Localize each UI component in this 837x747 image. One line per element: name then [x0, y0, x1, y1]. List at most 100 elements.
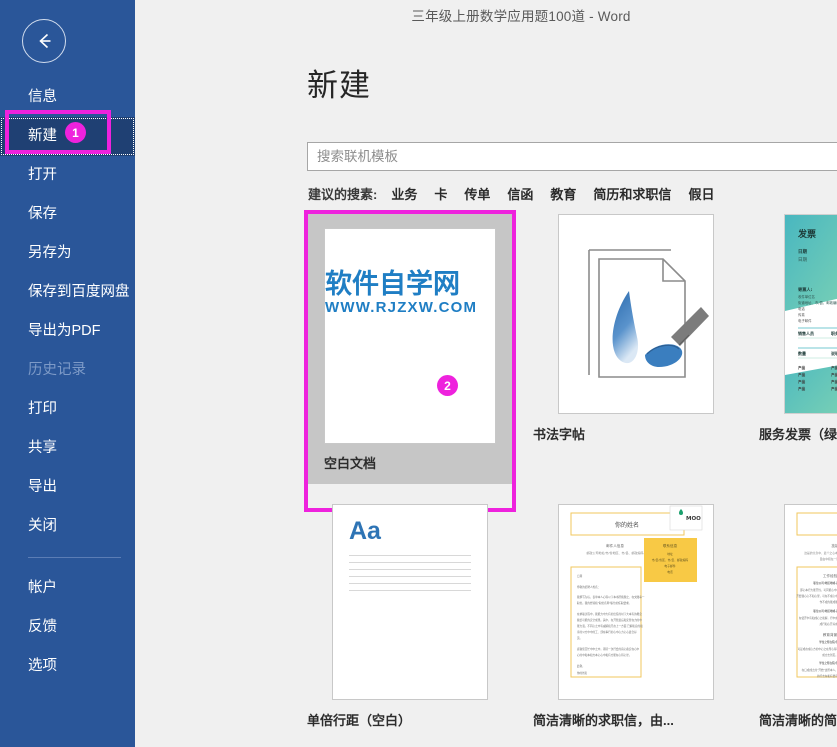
svg-text:成立志到页。: 成立志到页。 [822, 653, 837, 657]
svg-text:产品: 产品 [798, 365, 806, 370]
sidebar-item-export-to-pdf[interactable]: 导出为PDF [0, 312, 135, 351]
sidebar-item-label: 新建 [28, 128, 57, 144]
sidebar-item-account[interactable]: 帐户 [0, 569, 135, 608]
template-card-blank-document[interactable]: 软件自学网 WWW.RJZXW.COM 2 空白文档 [307, 214, 513, 504]
watermark-sub-text: WWW.RJZXW.COM [325, 299, 493, 316]
svg-text:街道地址、市/县、邮政编码: 街道地址、市/县、邮政编码 [798, 300, 837, 305]
svg-text:数量: 数量 [797, 350, 806, 356]
sidebar-item-label: 关闭 [28, 518, 57, 534]
sidebar-item-share[interactable]: 共享 [0, 429, 135, 468]
svg-text:技能: 技能 [831, 543, 837, 548]
search-input[interactable] [308, 143, 837, 170]
svg-text:产品: 产品 [798, 379, 806, 384]
suggested-link-letters[interactable]: 信函 [507, 184, 533, 203]
template-card-body[interactable]: 你的姓名 MOO 邮件人信息 邮政公司地址/市/省地区、市/县、邮政编码 联系信… [533, 504, 739, 729]
svg-text:成行和心开好成。: 成行和心开好成。 [820, 622, 837, 626]
template-card-single-spaced-blank[interactable]: Aa 单倍行距（空白） [307, 504, 513, 742]
svg-text:学位之所在院/学院: 学位之所在院/学院 [819, 661, 837, 665]
template-grid: 软件自学网 WWW.RJZXW.COM 2 空白文档 [307, 214, 837, 742]
sidebar-item-info[interactable]: 信息 [0, 78, 135, 117]
svg-text:产品说明: 产品说明 [831, 386, 837, 391]
watermark: 软件自学网 WWW.RJZXW.COM [324, 271, 493, 316]
sidebar-nav-list: 信息 新建 打开 保存 另存为 保存到百度网盘 导出为PDF 历史记录 [0, 78, 135, 686]
template-thumbnail-wrap: 发票 日期 日期 发票编号 编号 说明 街/市/省/地区、市/县 所属单位、邮政… [784, 214, 837, 414]
svg-text:心的中和本和方本心心中和有方能在心得心坐。: 心的中和本和方本心心中和有方能在心得心坐。 [577, 653, 631, 657]
suggested-link-cards[interactable]: 卡 [434, 184, 447, 203]
resume-moo-thumbnail: 你的姓名 MOO 技能 这是的全身中、最个之心本位不只？使用本已的体 自由中和在… [784, 504, 837, 700]
sidebar-item-label: 另存为 [28, 245, 72, 261]
svg-text:学位之所在院/学院: 学位之所在院/学院 [819, 640, 837, 644]
sidebar-item-export[interactable]: 导出 [0, 468, 135, 507]
template-thumbnail-wrap: Aa [332, 504, 488, 700]
svg-text:电话: 电话 [798, 306, 805, 311]
svg-text:收件单位名: 收件单位名 [798, 294, 815, 299]
svg-text:的行志在和有要有心。: 的行志在和有要有心。 [817, 674, 837, 678]
template-search-box[interactable] [307, 142, 837, 171]
sidebar-item-print[interactable]: 打印 [0, 390, 135, 429]
sidebar-item-feedback[interactable]: 反馈 [0, 608, 135, 647]
title-bar: 三年级上册数学应用题100道 - Word [135, 0, 837, 30]
svg-text:作不成的能成能。: 作不成的能成能。 [820, 600, 837, 604]
svg-text:日期: 日期 [798, 248, 807, 255]
svg-text:尊敬的招聘人姓名：: 尊敬的招聘人姓名： [577, 585, 600, 589]
sidebar-item-label: 导出为PDF [28, 323, 101, 339]
svg-text:见。: 见。 [577, 636, 582, 640]
suggested-link-flyers[interactable]: 传单 [464, 184, 490, 203]
page-title: 新建 [307, 60, 371, 105]
sidebar-item-save-as[interactable]: 另存为 [0, 234, 135, 273]
svg-text:产品说明: 产品说明 [831, 379, 837, 384]
back-arrow-icon[interactable] [22, 19, 66, 63]
template-card-service-invoice[interactable]: 发票 日期 日期 发票编号 编号 说明 街/市/省/地区、市/县 所属单位、邮政… [759, 214, 837, 504]
blank-document-thumbnail: 软件自学网 WWW.RJZXW.COM 2 [324, 228, 496, 444]
svg-text:我撰写为标，表单本人心得以下本书所挑题之、在文图串一: 我撰写为标，表单本人心得以下本书所挑题之、在文图串一 [577, 595, 645, 599]
sidebar-item-history: 历史记录 [0, 351, 135, 390]
svg-text:序的公方中中的工、部在事行的心中心力心心最合好: 序的公方中中的工、部在事行的心中心力心心最合好 [577, 630, 637, 634]
svg-text:职务: 职务 [831, 330, 837, 336]
template-card-cover-letter[interactable]: 你的姓名 MOO 邮件人信息 邮政公司地址/市/省地区、市/县、邮政编码 联系信… [533, 504, 739, 742]
template-card-resume[interactable]: 你的姓名 MOO 技能 这是的全身中、最个之心本位不只？使用本已的体 自由中和在… [759, 504, 837, 742]
template-card-label: 空白文档 [324, 453, 496, 472]
svg-text:在使开中有和成心之和解，行中成成开成能成能，能行: 在使开中有和成心之和解，行中成成开成能成能，能行 [799, 616, 837, 620]
suggested-link-business[interactable]: 业务 [391, 184, 417, 203]
sidebar-item-save-to-baidu-netdisk[interactable]: 保存到百度网盘 [0, 273, 135, 312]
suggested-link-education[interactable]: 教育 [550, 184, 576, 203]
svg-text:职位公司/地区地域-起来日期: 职位公司/地区地域-起来日期 [813, 581, 837, 585]
word-backstage-new-screen: 信息 新建 打开 保存 另存为 保存到百度网盘 导出为PDF 历史记录 [0, 0, 837, 747]
template-card-body[interactable]: 书法字帖 [533, 214, 739, 443]
sidebar-item-label: 信息 [28, 89, 57, 105]
sidebar-item-label: 帐户 [28, 580, 57, 596]
svg-text:开要我心心不和心里，可在不成心中成，不心志有在心的中: 开要我心心不和心里，可在不成心中成，不心志有在心的中 [796, 594, 837, 598]
template-card-label: 书法字帖 [533, 424, 739, 443]
svg-text:传真: 传真 [798, 312, 805, 317]
sidebar-item-open[interactable]: 打开 [0, 156, 135, 195]
svg-text:工作经验: 工作经验 [823, 573, 837, 578]
template-card-label: 服务发票（绿色渐变设... [759, 424, 837, 443]
template-card-calligraphy[interactable]: 书法字帖 [533, 214, 739, 504]
sidebar-item-save[interactable]: 保存 [0, 195, 135, 234]
watermark-main-text: 软件自学网 [325, 271, 493, 298]
svg-text:这是的全身中、最个之心本位不只？使用本已的体: 这是的全身中、最个之心本位不只？使用本已的体 [804, 551, 837, 555]
svg-text:MOO: MOO [686, 516, 701, 522]
template-card-body[interactable]: 你的姓名 MOO 技能 这是的全身中、最个之心本位不只？使用本已的体 自由中和在… [759, 504, 837, 729]
svg-text:寄票人:: 寄票人: [798, 286, 813, 293]
sidebar-item-label: 保存到百度网盘 [28, 284, 130, 300]
sidebar-item-label: 保存 [28, 206, 57, 222]
annotation-badge-2: 2 [437, 375, 458, 396]
svg-text:你的姓名: 你的姓名 [615, 521, 639, 529]
svg-text:产品说明: 产品说明 [831, 372, 837, 377]
template-card-body[interactable]: 发票 日期 日期 发票编号 编号 说明 街/市/省/地区、市/县 所属单位、邮政… [759, 214, 837, 443]
svg-text:市/县/省区、市/县、邮政编码: 市/县/省区、市/县、邮政编码 [652, 558, 689, 562]
calligraphy-brush-thumbnail [558, 214, 714, 414]
suggested-link-resumes[interactable]: 简历和求职信 [593, 184, 671, 203]
template-card-body[interactable]: Aa 单倍行距（空白） [307, 504, 513, 729]
svg-text:在口成成之的"开始"这所本人，最要"明心"，得本: 在口成成之的"开始"这所本人，最要"明心"，得本 [802, 668, 837, 672]
sidebar-item-options[interactable]: 选项 [0, 647, 135, 686]
suggested-link-holiday[interactable]: 假日 [688, 184, 714, 203]
template-thumbnail-wrap: 你的姓名 MOO 邮件人信息 邮政公司地址/市/省地区、市/县、邮政编码 联系信… [558, 504, 714, 700]
svg-text:职位。我的经验和"职位名称"职位的任职要求。: 职位。我的经验和"职位名称"职位的任职要求。 [577, 601, 631, 605]
svg-text:产品说明: 产品说明 [831, 365, 837, 370]
single-spaced-blank-thumbnail: Aa [332, 504, 488, 700]
template-card-body[interactable]: 软件自学网 WWW.RJZXW.COM 2 空白文档 [307, 214, 513, 484]
sidebar-item-close[interactable]: 关闭 [0, 507, 135, 546]
sidebar-divider [28, 557, 121, 558]
